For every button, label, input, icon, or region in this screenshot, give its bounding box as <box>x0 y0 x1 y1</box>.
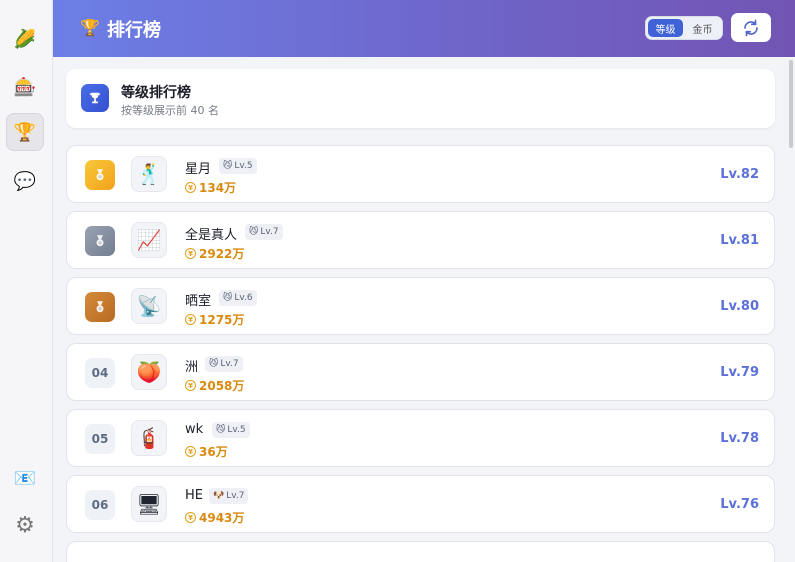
coin-balance: ¥2058万 <box>185 377 244 394</box>
coin-icon: ¥ <box>185 248 196 259</box>
player-name: 洲 <box>185 360 199 375</box>
avatar: 🧯 <box>131 420 167 456</box>
leaderboard-row[interactable]: 📈 全是真人 😼 Lv.7 ¥2922万 Lv.81 <box>66 211 775 269</box>
header: 🏆 排行榜 等级 金币 <box>53 0 795 57</box>
level-badge: 😼 Lv.6 <box>219 290 257 306</box>
coin-icon: ¥ <box>185 512 196 523</box>
medal-icon <box>85 292 115 322</box>
level-badge: 😼 Lv.7 <box>245 224 283 240</box>
player-name: 全是真人 <box>185 228 238 243</box>
gear-icon[interactable]: ⚙ <box>6 506 44 544</box>
sidebar: 🌽 🎰 🏆 💬 📧 ⚙ <box>0 0 53 562</box>
leaderboard-row[interactable]: 05 🧯 wk 😼 Lv.5 ¥36万 Lv.78 <box>66 409 775 467</box>
player-level: Lv.79 <box>720 365 759 380</box>
medal-icon <box>85 226 115 256</box>
avatar: 🕺 <box>131 156 167 192</box>
level-badge: 😼 Lv.5 <box>212 422 250 438</box>
coin-balance: ¥36万 <box>185 443 228 460</box>
coin-amount: 134万 <box>199 181 237 195</box>
coin-icon: ¥ <box>185 314 196 325</box>
coin-amount: 4943万 <box>199 511 245 525</box>
rank-number: 06 <box>85 490 115 520</box>
player-level: Lv.80 <box>720 299 759 314</box>
badge-icon: 🐶 <box>213 491 225 501</box>
rank-number: 04 <box>85 358 115 388</box>
toggle-level[interactable]: 等级 <box>648 19 683 37</box>
trophy-icon <box>81 84 109 112</box>
rank-number: 05 <box>85 424 115 454</box>
coin-icon: ¥ <box>185 380 196 391</box>
player-name: wk <box>185 422 204 437</box>
badge-label: Lv.7 <box>220 359 239 369</box>
coin-amount: 2058万 <box>199 379 245 393</box>
slot-machine-icon[interactable]: 🎰 <box>6 68 44 106</box>
badge-label: Lv.5 <box>234 161 253 171</box>
coin-amount: 36万 <box>199 445 228 459</box>
rank-type-toggle: 等级 金币 <box>645 16 723 40</box>
corn-icon[interactable]: 🌽 <box>6 20 44 58</box>
toggle-coins[interactable]: 金币 <box>685 19 720 37</box>
level-badge: 😼 Lv.5 <box>219 158 257 174</box>
chat-bubble-icon[interactable]: 💬 <box>6 162 44 200</box>
leaderboard-row[interactable] <box>66 541 775 562</box>
player-level: Lv.81 <box>720 233 759 248</box>
medal-icon <box>85 160 115 190</box>
avatar: 📡 <box>131 288 167 324</box>
level-badge: 😼 Lv.7 <box>205 356 243 372</box>
badge-icon: 😼 <box>249 227 259 237</box>
level-badge: 🐶 Lv.7 <box>209 488 249 504</box>
section-subtitle: 按等级展示前 40 名 <box>121 104 219 117</box>
coin-icon: ¥ <box>185 182 196 193</box>
trophy-glyph: 🏆 <box>13 121 37 143</box>
leaderboard-row[interactable]: 04 🍑 洲 😼 Lv.7 ¥2058万 Lv.79 <box>66 343 775 401</box>
badge-label: Lv.7 <box>226 491 245 501</box>
refresh-button[interactable] <box>731 13 771 42</box>
player-level: Lv.82 <box>720 167 759 182</box>
coin-amount: 2922万 <box>199 247 245 261</box>
mail-glyph: 📧 <box>13 467 37 489</box>
player-name: 晒室 <box>185 294 212 309</box>
section-title: 等级排行榜 <box>121 85 191 101</box>
corn-glyph: 🌽 <box>13 28 37 50</box>
coin-balance: ¥4943万 <box>185 509 244 526</box>
coin-balance: ¥134万 <box>185 179 236 196</box>
avatar: 🍑 <box>131 354 167 390</box>
coin-amount: 1275万 <box>199 313 245 327</box>
slot-glyph: 🎰 <box>13 76 37 98</box>
badge-icon: 😼 <box>209 359 219 369</box>
badge-icon: 😼 <box>223 293 233 303</box>
coin-balance: ¥1275万 <box>185 311 244 328</box>
player-name: 星月 <box>185 162 212 177</box>
scrollbar-thumb[interactable] <box>789 60 793 148</box>
leaderboard-row[interactable]: 📡 晒室 😼 Lv.6 ¥1275万 Lv.80 <box>66 277 775 335</box>
chat-glyph: 💬 <box>13 170 37 192</box>
leaderboard-row[interactable]: 🕺 星月 😼 Lv.5 ¥134万 Lv.82 <box>66 145 775 203</box>
badge-icon: 😼 <box>223 161 233 171</box>
badge-label: Lv.5 <box>227 425 246 435</box>
badge-label: Lv.6 <box>234 293 253 303</box>
coin-icon: ¥ <box>185 446 196 457</box>
avatar: 📈 <box>131 222 167 258</box>
player-level: Lv.76 <box>720 497 759 512</box>
badge-label: Lv.7 <box>260 227 279 237</box>
coin-balance: ¥2922万 <box>185 245 244 262</box>
avatar: 🖥 <box>131 486 167 522</box>
trophy-icon: 🏆 <box>80 18 100 37</box>
leaderboard-row[interactable]: 06 🖥 HE 🐶 Lv.7 ¥4943万 Lv.76 <box>66 475 775 533</box>
player-level: Lv.78 <box>720 431 759 446</box>
refresh-icon <box>744 19 758 36</box>
badge-icon: 😼 <box>216 425 226 435</box>
player-name: HE <box>185 488 203 503</box>
gear-glyph: ⚙ <box>15 512 35 538</box>
trophy-icon[interactable]: 🏆 <box>6 113 44 151</box>
page-title: 排行榜 <box>107 20 161 41</box>
mail-icon[interactable]: 📧 <box>6 459 44 497</box>
leaderboard-header-card: 等级排行榜 按等级展示前 40 名 <box>66 69 775 128</box>
